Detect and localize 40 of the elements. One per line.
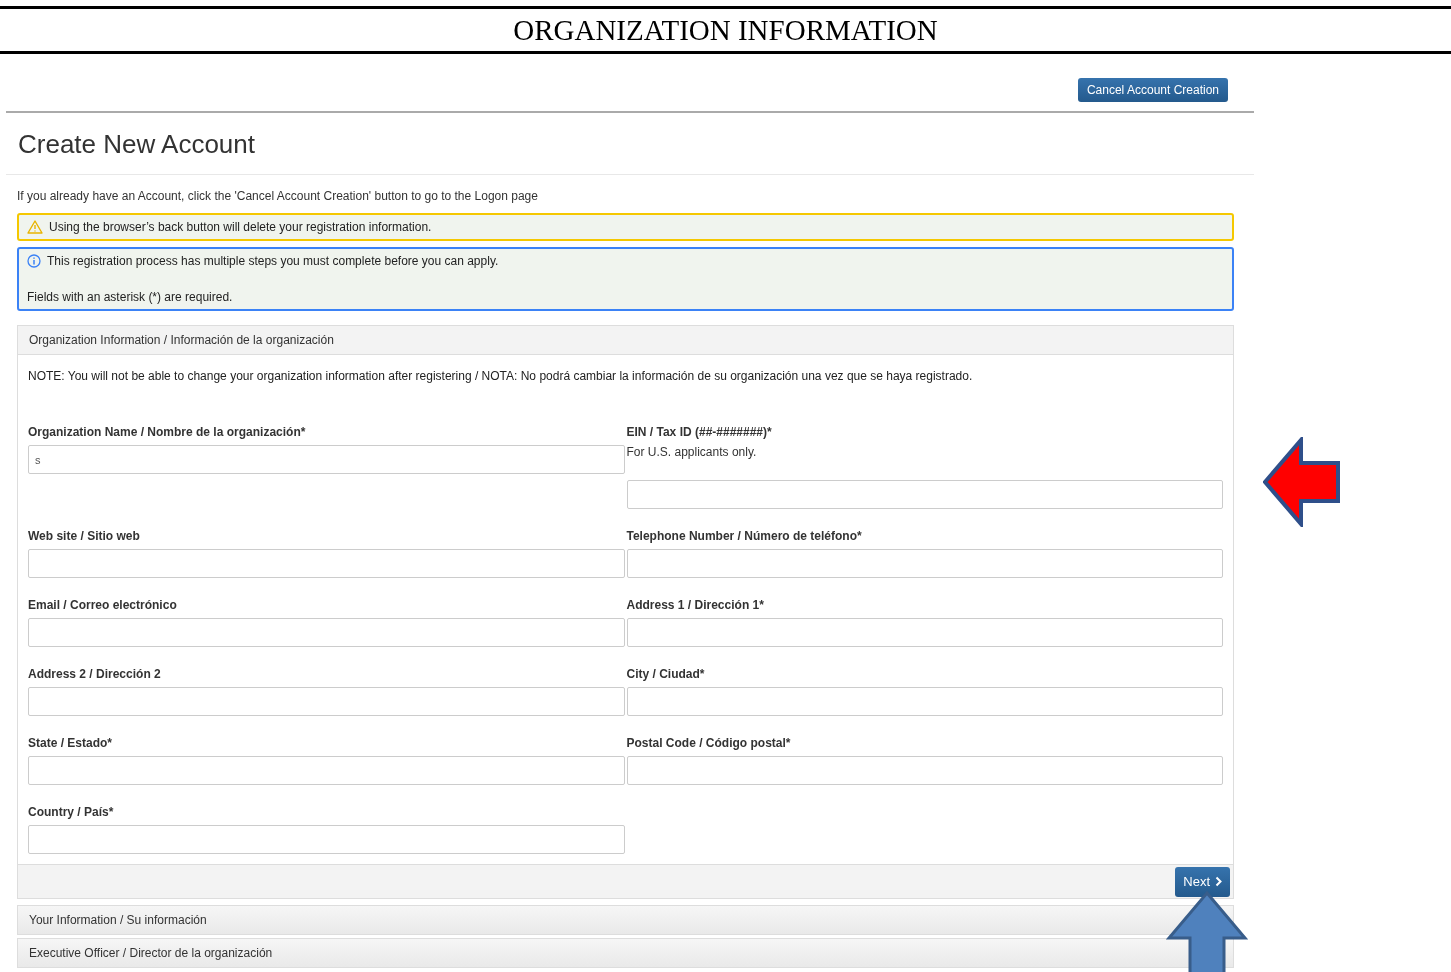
info-icon	[27, 254, 41, 268]
field-label: Country / País*	[28, 805, 115, 819]
field-label: Address 1 / Dirección 1*	[626, 598, 765, 612]
alert-text: Fields with an asterisk (*) are required.	[27, 289, 233, 306]
cancel-account-creation-button[interactable]: Cancel Account Creation	[1077, 78, 1228, 102]
section-header[interactable]: Your Information / Su información	[17, 905, 1234, 935]
field-label: Postal Code / Código postal*	[626, 736, 792, 750]
field-label: State / Estado*	[28, 736, 114, 750]
page-title: Create New Account	[17, 128, 256, 161]
chevron-right-icon	[1215, 876, 1222, 887]
input-field[interactable]: s	[28, 445, 625, 474]
section-header[interactable]: Executive Officer / Director de la organización	[17, 938, 1234, 968]
document-heading: ORGANIZATION INFORMATION	[512, 13, 939, 48]
left-arrow-icon	[1263, 437, 1341, 527]
field-label: Web site / Sitio web	[28, 529, 141, 543]
input-field[interactable]	[626, 480, 1223, 509]
input-field[interactable]	[28, 687, 625, 716]
alert-text: Using the browser’s back button will delete your registration information.	[49, 219, 432, 236]
panel-header: Organization Information / Información de la organización	[18, 326, 1233, 355]
next-button[interactable]: Next	[1175, 866, 1230, 897]
field-label: City / Ciudad*	[626, 667, 706, 681]
field-label: Telephone Number / Número de teléfono*	[626, 529, 863, 543]
field-label: Address 2 / Dirección 2	[28, 667, 162, 681]
field-label: EIN / Tax ID (##-#######)*	[626, 425, 773, 439]
field-label: Email / Correo electrónico	[28, 598, 178, 612]
up-arrow-icon	[1166, 890, 1248, 972]
intro-text: If you already have an Account, click the 'Cancel Account Creation' button to go to the Logon page	[17, 188, 539, 205]
input-field[interactable]	[28, 618, 625, 647]
warning-icon	[27, 220, 43, 234]
input-field[interactable]	[28, 756, 625, 785]
input-field[interactable]	[626, 687, 1223, 716]
alert-text: This registration process has multiple steps you must complete before you can apply.	[47, 253, 499, 270]
input-field[interactable]	[28, 825, 625, 854]
field-hint: For U.S. applicants only.	[626, 444, 758, 461]
input-field[interactable]	[626, 756, 1223, 785]
input-field[interactable]	[626, 549, 1223, 578]
input-field[interactable]	[626, 618, 1223, 647]
input-field[interactable]	[28, 549, 625, 578]
field-label: Organization Name / Nombre de la organización*	[28, 425, 307, 439]
note-text: NOTE: You will not be able to change your organization information after registering / NOTA: No podrá cambiar la información de su organización una vez que se haya registrado.	[28, 368, 974, 385]
